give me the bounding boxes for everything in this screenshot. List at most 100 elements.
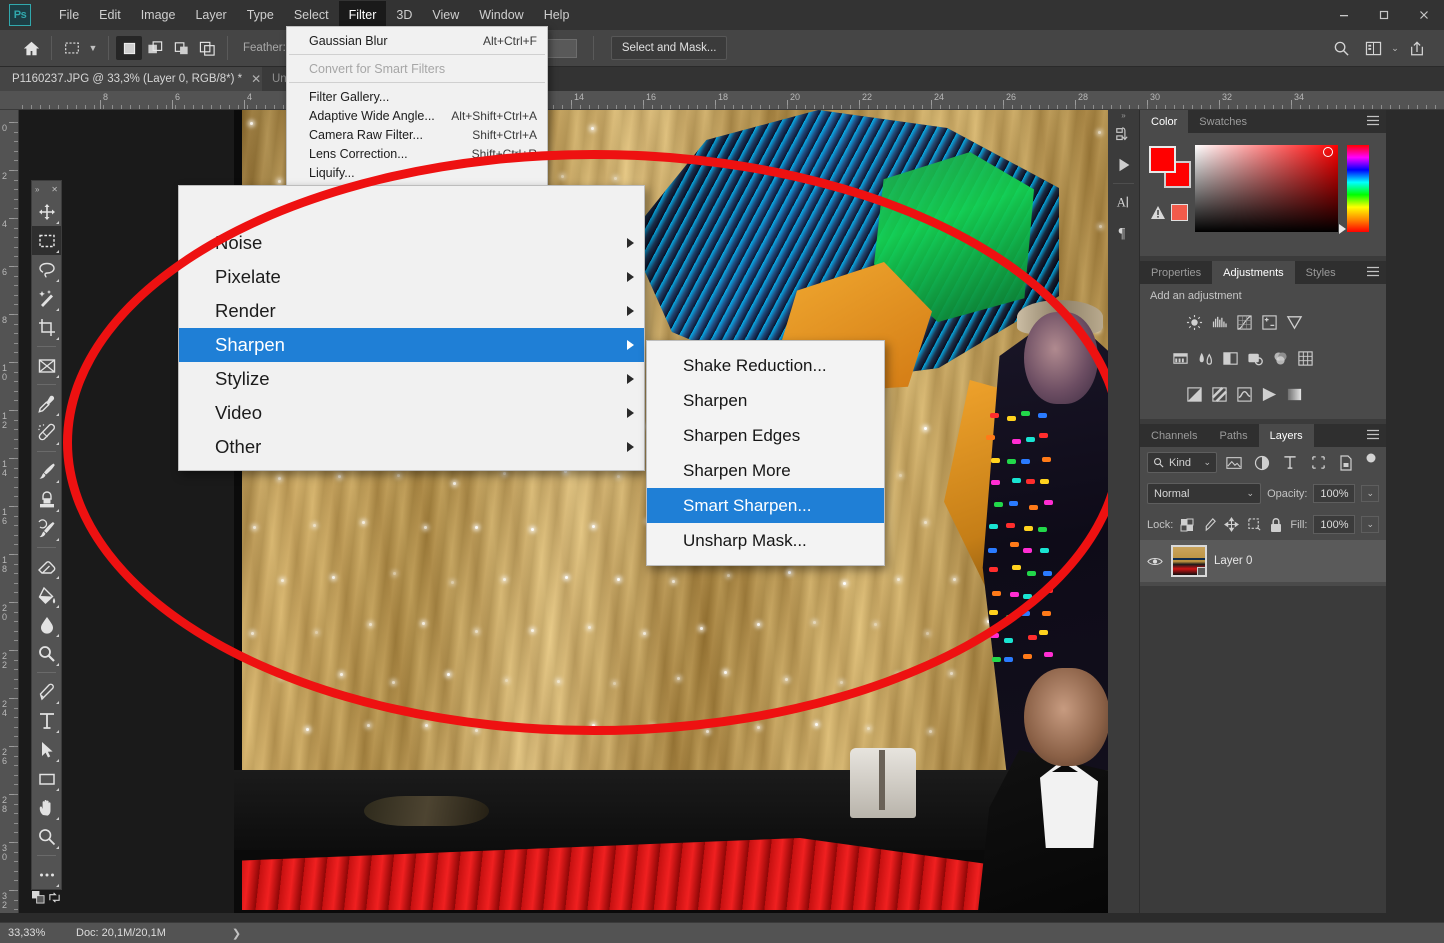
opacity-value[interactable]: 100% [1313, 484, 1355, 503]
layer-filter-kind[interactable]: Kind ⌄ [1147, 452, 1217, 473]
workspace-icon[interactable] [1360, 36, 1386, 60]
channel-mixer-icon[interactable] [1268, 345, 1293, 371]
layer-thumbnail[interactable] [1171, 545, 1207, 577]
tab-layers[interactable]: Layers [1259, 424, 1314, 447]
panel-menu-icon[interactable] [1366, 266, 1380, 279]
menu-image[interactable]: Image [131, 1, 186, 29]
zoom-level[interactable]: 33,33% [0, 927, 76, 939]
default-colors-icon[interactable] [32, 891, 45, 909]
menu-item-liquify[interactable]: Liquify... [287, 163, 547, 182]
sharpen-item-smart-sharpen[interactable]: Smart Sharpen... [647, 488, 884, 523]
menu-window[interactable]: Window [469, 1, 533, 29]
chevron-down-icon[interactable]: ⌄ [1361, 516, 1379, 533]
brightness-contrast-icon[interactable] [1182, 309, 1207, 335]
close-icon[interactable] [1404, 0, 1444, 30]
lock-transparency-icon[interactable] [1179, 514, 1195, 535]
tab-properties[interactable]: Properties [1140, 261, 1212, 284]
tab-swatches[interactable]: Swatches [1188, 110, 1258, 133]
hue-saturation-icon[interactable] [1168, 345, 1193, 371]
chevron-down-icon[interactable]: ⌄ [1386, 36, 1404, 60]
menu-select[interactable]: Select [284, 1, 339, 29]
edit-toolbar-button[interactable] [32, 860, 61, 889]
pen-tool[interactable] [32, 677, 61, 706]
rectangle-tool[interactable] [32, 764, 61, 793]
gamut-alternate-swatch[interactable] [1171, 204, 1188, 221]
close-icon[interactable]: ✕ [51, 185, 58, 194]
menu-help[interactable]: Help [534, 1, 580, 29]
blur-tool[interactable] [32, 610, 61, 639]
submenu-item-noise[interactable]: Noise [179, 226, 644, 260]
vertical-ruler[interactable]: 02468101214161820222426283032 [0, 110, 19, 930]
menu-type[interactable]: Type [237, 1, 284, 29]
tab-channels[interactable]: Channels [1140, 424, 1208, 447]
submenu-item-render[interactable]: Render [179, 294, 644, 328]
double-chevron-icon[interactable]: » [35, 185, 39, 194]
lock-all-icon[interactable] [1268, 514, 1284, 535]
smart-object-icon[interactable] [1335, 452, 1357, 473]
maximize-icon[interactable] [1364, 0, 1404, 30]
eyedropper-tool[interactable] [32, 389, 61, 418]
actions-panel-icon[interactable] [1108, 150, 1140, 180]
menu-item-adaptive-wide-angle[interactable]: Adaptive Wide Angle...Alt+Shift+Ctrl+A [287, 106, 547, 125]
menu-filter[interactable]: Filter [339, 1, 387, 29]
pixel-layers-icon[interactable] [1223, 452, 1245, 473]
menu-item-gaussian-blur[interactable]: Gaussian BlurAlt+Ctrl+F [287, 31, 547, 50]
tab-styles[interactable]: Styles [1295, 261, 1347, 284]
tab-paths[interactable]: Paths [1208, 424, 1258, 447]
clone-stamp-tool[interactable] [32, 485, 61, 514]
frame-tool[interactable] [32, 351, 61, 380]
submenu-item-pixelate[interactable]: Pixelate [179, 260, 644, 294]
magic-wand-tool[interactable] [32, 284, 61, 313]
panel-menu-icon[interactable] [1366, 115, 1380, 128]
chevron-right-icon[interactable]: ❯ [232, 927, 241, 940]
filter-menu[interactable]: Gaussian BlurAlt+Ctrl+FConvert for Smart… [286, 26, 548, 206]
sharpen-item-sharpen[interactable]: Sharpen [647, 383, 884, 418]
filter-categories-submenu[interactable]: DistortNoisePixelateRenderSharpenStylize… [178, 185, 645, 471]
sharpen-item-shake-reduction[interactable]: Shake Reduction... [647, 348, 884, 383]
menu-3d[interactable]: 3D [386, 1, 422, 29]
lock-pixels-icon[interactable] [1202, 514, 1218, 535]
move-tool[interactable] [32, 197, 61, 226]
gradient-map-icon[interactable] [1257, 381, 1282, 407]
vibrance-icon[interactable] [1282, 309, 1307, 335]
threshold-icon[interactable] [1232, 381, 1257, 407]
menu-layer[interactable]: Layer [185, 1, 236, 29]
intersect-selection-icon[interactable] [194, 36, 220, 60]
lasso-tool[interactable] [32, 255, 61, 284]
color-lookup-icon[interactable] [1293, 345, 1318, 371]
chevron-down-icon[interactable]: ⌄ [1203, 457, 1211, 468]
character-panel-icon[interactable]: A [1108, 187, 1140, 217]
path-selection-tool[interactable] [32, 735, 61, 764]
color-field[interactable] [1195, 145, 1338, 232]
double-chevron-icon[interactable]: » [1108, 110, 1139, 120]
document-tab-active[interactable]: P1160237.JPG @ 33,3% (Layer 0, RGB/8*) *… [0, 67, 269, 91]
panel-menu-icon[interactable] [1366, 429, 1380, 442]
exposure-icon[interactable] [1257, 309, 1282, 335]
history-panel-icon[interactable] [1108, 120, 1140, 150]
menu-item-filter-gallery[interactable]: Filter Gallery... [287, 87, 547, 106]
black-and-white-icon[interactable] [1218, 345, 1243, 371]
paragraph-panel-icon[interactable]: ¶ [1108, 217, 1140, 247]
lock-position-icon[interactable] [1224, 514, 1240, 535]
posterize-icon[interactable] [1207, 381, 1232, 407]
layer-row[interactable]: Layer 0 [1140, 540, 1386, 582]
submenu-item-other[interactable]: Other [179, 430, 644, 464]
menu-item-camera-raw-filter[interactable]: Camera Raw Filter...Shift+Ctrl+A [287, 125, 547, 144]
submenu-item-video[interactable]: Video [179, 396, 644, 430]
type-layers-icon[interactable] [1279, 452, 1301, 473]
submenu-item-stylize[interactable]: Stylize [179, 362, 644, 396]
blend-mode-select[interactable]: Normal ⌄ [1147, 483, 1261, 504]
menu-file[interactable]: File [49, 1, 89, 29]
color-picker-body[interactable] [1140, 133, 1386, 256]
sharpen-item-sharpen-more[interactable]: Sharpen More [647, 453, 884, 488]
tab-adjustments[interactable]: Adjustments [1212, 261, 1295, 284]
home-icon[interactable] [18, 36, 44, 60]
search-icon[interactable] [1328, 36, 1354, 60]
share-icon[interactable] [1404, 36, 1430, 60]
color-balance-icon[interactable] [1193, 345, 1218, 371]
subtract-from-selection-icon[interactable] [168, 36, 194, 60]
invert-icon[interactable] [1182, 381, 1207, 407]
curves-icon[interactable] [1232, 309, 1257, 335]
spot-healing-brush-tool[interactable] [32, 418, 61, 447]
zoom-tool[interactable] [32, 822, 61, 851]
